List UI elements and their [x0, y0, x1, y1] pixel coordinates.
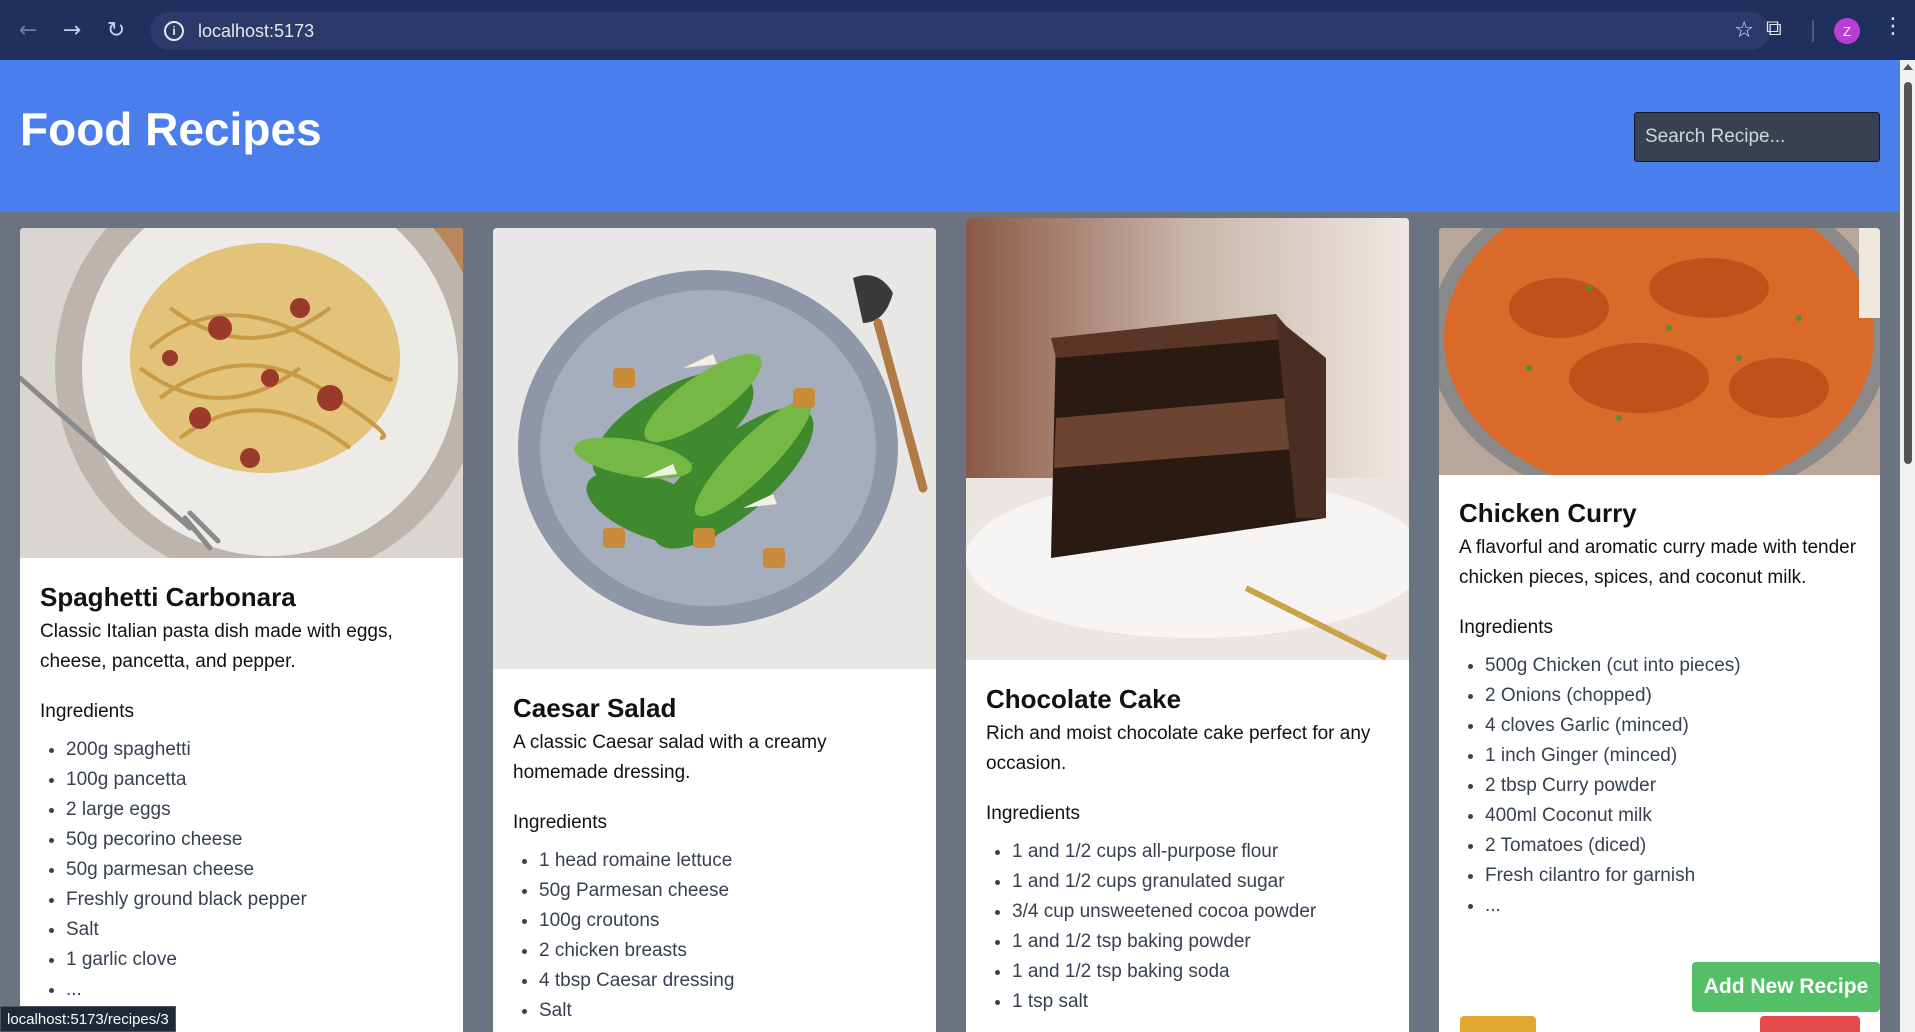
ingredient-item: 100g croutons: [539, 906, 920, 936]
browser-menu-icon[interactable]: ⋮: [1882, 14, 1904, 39]
ingredient-item: 1 and 1/2 tsp baking powder: [1012, 927, 1393, 957]
ingredients-heading: Ingredients: [986, 803, 1081, 824]
ingredient-item: 100g pancetta: [66, 765, 447, 795]
ingredient-item: 2 Onions (chopped): [1485, 681, 1864, 711]
ingredient-item: 1 head romaine lettuce: [539, 846, 920, 876]
recipe-description: Classic Italian pasta dish made with egg…: [40, 621, 393, 672]
recipe-description: Rich and moist chocolate cake perfect fo…: [986, 723, 1371, 774]
recipe-title: Spaghetti Carbonara: [40, 582, 296, 612]
ingredient-item: 2 chicken breasts: [539, 936, 920, 966]
ingredient-item: 2 Tomatoes (diced): [1485, 831, 1864, 861]
reload-icon[interactable]: ↻: [100, 14, 132, 46]
search-input[interactable]: [1634, 112, 1880, 162]
ingredient-item: 3/4 cup unsweetened cocoa powder: [1012, 897, 1393, 927]
recipe-description: A classic Caesar salad with a creamy hom…: [513, 732, 827, 783]
caesar-salad-photo: [493, 228, 936, 669]
address-url[interactable]: localhost:5173: [198, 21, 314, 42]
ingredient-item: ...: [66, 975, 447, 1005]
ingredient-item: 200g spaghetti: [66, 735, 447, 765]
recipe-description: A flavorful and aromatic curry made with…: [1459, 537, 1857, 588]
ingredient-item: 1 and 1/2 tsp baking soda: [1012, 957, 1393, 987]
recipe-title: Caesar Salad: [513, 693, 677, 723]
browser-toolbar: ← → ↻ i localhost:5173 ☆ ⧉ Z ⋮: [0, 0, 1915, 60]
recipe-card-chocolate-cake[interactable]: Chocolate Cake Rich and moist chocolate …: [966, 218, 1409, 1032]
ingredient-item: 2 tbsp Curry powder: [1485, 771, 1864, 801]
ingredient-item: Freshly ground black pepper: [66, 885, 447, 915]
ingredient-item: Salt: [66, 915, 447, 945]
ingredients-heading: Ingredients: [1459, 617, 1554, 638]
scrollbar-thumb[interactable]: [1904, 82, 1912, 464]
forward-icon[interactable]: →: [56, 14, 88, 46]
ingredients-list: 1 and 1/2 cups all-purpose flour 1 and 1…: [986, 837, 1393, 1017]
extensions-icon[interactable]: ⧉: [1766, 16, 1794, 44]
add-new-recipe-button[interactable]: Add New Recipe: [1692, 962, 1880, 1012]
site-info-icon[interactable]: i: [164, 21, 184, 41]
ingredient-item: 1 tsp salt: [1012, 987, 1393, 1017]
ingredient-item: 2 large eggs: [66, 795, 447, 825]
delete-recipe-button[interactable]: [1760, 1016, 1860, 1032]
ingredient-item: Fresh cilantro for garnish: [1485, 861, 1864, 891]
toolbar-divider: [1812, 20, 1814, 42]
ingredient-item: 50g parmesan cheese: [66, 855, 447, 885]
ingredient-item: 4 cloves Garlic (minced): [1485, 711, 1864, 741]
chocolate-cake-photo: [966, 218, 1409, 660]
bookmark-star-icon[interactable]: ☆: [1734, 18, 1754, 43]
address-bar[interactable]: i localhost:5173 ☆: [150, 12, 1770, 50]
spaghetti-carbonara-photo: [20, 228, 463, 558]
ingredient-item: 50g Parmesan cheese: [539, 876, 920, 906]
app-header: Food Recipes: [0, 60, 1900, 212]
ingredients-list: 500g Chicken (cut into pieces) 2 Onions …: [1459, 651, 1864, 921]
edit-recipe-button[interactable]: [1460, 1016, 1536, 1032]
ingredient-item: 1 inch Ginger (minced): [1485, 741, 1864, 771]
status-bar-url: localhost:5173/recipes/3: [0, 1006, 176, 1032]
recipe-card-caesar-salad[interactable]: Caesar Salad A classic Caesar salad with…: [493, 228, 936, 1032]
page-title: Food Recipes: [20, 103, 322, 155]
ingredient-item: 1 and 1/2 cups all-purpose flour: [1012, 837, 1393, 867]
recipe-card-body: Chocolate Cake Rich and moist chocolate …: [986, 684, 1393, 1017]
recipe-card-body: Caesar Salad A classic Caesar salad with…: [513, 693, 920, 1026]
recipe-card-body: Spaghetti Carbonara Classic Italian past…: [40, 582, 447, 1005]
ingredients-heading: Ingredients: [513, 812, 608, 833]
ingredient-item: ...: [1485, 891, 1864, 921]
scroll-up-arrow[interactable]: [1903, 64, 1913, 70]
profile-avatar[interactable]: Z: [1834, 18, 1860, 44]
recipe-card-chicken-curry[interactable]: Chicken Curry A flavorful and aromatic c…: [1439, 228, 1880, 1032]
ingredient-item: 1 garlic clove: [66, 945, 447, 975]
ingredient-item: 500g Chicken (cut into pieces): [1485, 651, 1864, 681]
chicken-curry-photo: [1439, 228, 1880, 475]
ingredients-list: 200g spaghetti 100g pancetta 2 large egg…: [40, 735, 447, 1005]
ingredient-item: 400ml Coconut milk: [1485, 801, 1864, 831]
ingredient-item: 50g pecorino cheese: [66, 825, 447, 855]
recipe-title: Chocolate Cake: [986, 684, 1182, 714]
recipe-title: Chicken Curry: [1459, 498, 1637, 528]
ingredients-heading: Ingredients: [40, 701, 135, 722]
ingredients-list: 1 head romaine lettuce 50g Parmesan chee…: [513, 846, 920, 1026]
ingredient-item: Salt: [539, 996, 920, 1026]
ingredient-item: 4 tbsp Caesar dressing: [539, 966, 920, 996]
recipe-card-body: Chicken Curry A flavorful and aromatic c…: [1459, 498, 1864, 921]
ingredient-item: 1 and 1/2 cups granulated sugar: [1012, 867, 1393, 897]
recipe-card-spaghetti-carbonara[interactable]: Spaghetti Carbonara Classic Italian past…: [20, 228, 463, 1032]
back-icon[interactable]: ←: [12, 14, 44, 46]
